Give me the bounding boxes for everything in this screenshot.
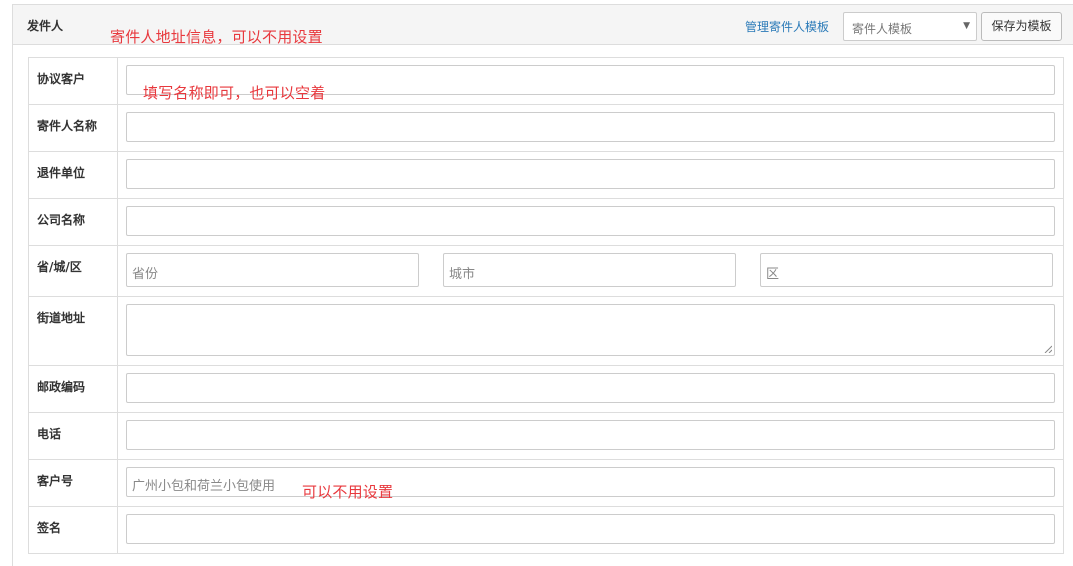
field-label: 退件单位 bbox=[28, 151, 118, 199]
form-row-street-address: 街道地址 bbox=[28, 296, 1064, 366]
form-row-signature: 签名 bbox=[28, 506, 1064, 554]
field-label: 协议客户 bbox=[28, 57, 118, 105]
form-row-province-city-district: 省/城/区 省份 城市 区 bbox=[28, 245, 1064, 297]
field-label: 电话 bbox=[28, 412, 118, 460]
field-cell bbox=[117, 104, 1064, 152]
sender-name-input[interactable] bbox=[126, 112, 1055, 142]
manage-sender-templates-link[interactable]: 管理寄件人模板 bbox=[745, 18, 829, 35]
field-cell: 广州小包和荷兰小包使用 bbox=[117, 459, 1064, 507]
signature-input[interactable] bbox=[126, 514, 1055, 544]
caret-down-icon: ▼ bbox=[963, 21, 970, 31]
resize-grip-icon[interactable] bbox=[1044, 345, 1052, 353]
city-input[interactable]: 城市 bbox=[443, 253, 736, 287]
field-cell bbox=[117, 151, 1064, 199]
phone-input[interactable] bbox=[126, 420, 1055, 450]
form-row-sender-name: 寄件人名称 bbox=[28, 104, 1064, 152]
save-as-template-button[interactable]: 保存为模板 bbox=[981, 12, 1062, 41]
form-row-return-unit: 退件单位 bbox=[28, 151, 1064, 199]
field-label: 公司名称 bbox=[28, 198, 118, 246]
field-label: 客户号 bbox=[28, 459, 118, 507]
form-row-postal-code: 邮政编码 bbox=[28, 365, 1064, 413]
field-label: 寄件人名称 bbox=[28, 104, 118, 152]
company-name-input[interactable] bbox=[126, 206, 1055, 236]
district-input[interactable]: 区 bbox=[760, 253, 1053, 287]
panel-title: 发件人 bbox=[27, 19, 64, 33]
field-cell bbox=[117, 412, 1064, 460]
field-label: 邮政编码 bbox=[28, 365, 118, 413]
form-row-customer-number: 客户号 广州小包和荷兰小包使用 bbox=[28, 459, 1064, 507]
street-address-textarea[interactable] bbox=[126, 304, 1055, 356]
field-cell bbox=[117, 365, 1064, 413]
sender-template-select[interactable]: 寄件人模板 ▼ bbox=[843, 12, 977, 41]
customer-number-placeholder: 广州小包和荷兰小包使用 bbox=[132, 479, 276, 494]
agreement-customer-annotation: 填写名称即可，也可以空着 bbox=[143, 85, 326, 102]
sender-form: 协议客户 寄件人名称 退件单位 公司名称 省/城/区 省份 城市 区 街道地址 … bbox=[28, 57, 1064, 554]
province-placeholder: 省份 bbox=[132, 267, 159, 282]
field-label: 省/城/区 bbox=[28, 245, 118, 297]
field-cell bbox=[117, 198, 1064, 246]
return-unit-input[interactable] bbox=[126, 159, 1055, 189]
postal-code-input[interactable] bbox=[126, 373, 1055, 403]
customer-number-input[interactable]: 广州小包和荷兰小包使用 bbox=[126, 467, 1055, 497]
field-cell bbox=[117, 296, 1064, 366]
district-placeholder: 区 bbox=[766, 267, 780, 282]
sender-template-select-value: 寄件人模板 bbox=[852, 22, 913, 36]
form-row-phone: 电话 bbox=[28, 412, 1064, 460]
sender-info-annotation: 寄件人地址信息，可以不用设置 bbox=[110, 29, 323, 46]
field-cell: 省份 城市 区 bbox=[117, 245, 1064, 297]
province-input[interactable]: 省份 bbox=[126, 253, 419, 287]
field-label: 街道地址 bbox=[28, 296, 118, 366]
customer-number-annotation: 可以不用设置 bbox=[302, 484, 394, 501]
form-row-company-name: 公司名称 bbox=[28, 198, 1064, 246]
field-label: 签名 bbox=[28, 506, 118, 554]
city-placeholder: 城市 bbox=[449, 267, 476, 282]
field-cell bbox=[117, 506, 1064, 554]
